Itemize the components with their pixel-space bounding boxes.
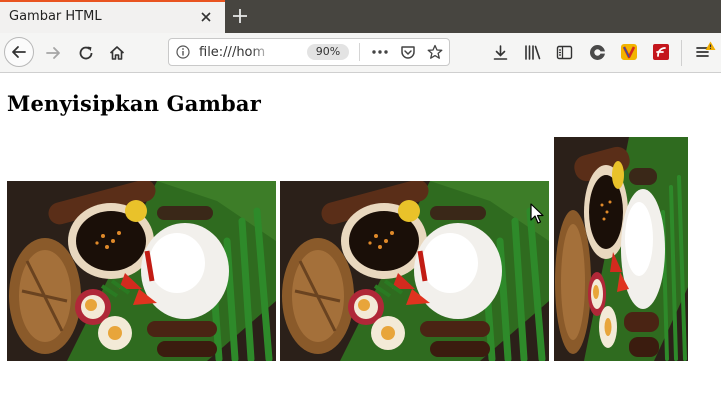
- toolbar-divider: [681, 40, 682, 66]
- library-icon[interactable]: [524, 44, 542, 61]
- extension-icon[interactable]: [589, 44, 606, 61]
- tab-gambar-html[interactable]: Gambar HTML: [0, 0, 225, 33]
- back-icon: [12, 46, 26, 58]
- food-image-3: [554, 137, 688, 361]
- food-image-1: [7, 179, 276, 363]
- page-actions-icon[interactable]: [371, 45, 389, 59]
- flash-icon[interactable]: [652, 43, 670, 61]
- navigation-toolbar: file:///hom 90%: [0, 33, 721, 73]
- forward-button[interactable]: [42, 42, 64, 64]
- back-button[interactable]: [4, 37, 34, 67]
- page-content: Menyisipkan Gambar: [0, 74, 721, 419]
- food-image-2: [280, 179, 549, 363]
- close-tab-icon[interactable]: [199, 10, 213, 24]
- home-icon: [109, 46, 125, 60]
- tab-strip: Gambar HTML: [0, 0, 721, 33]
- pocket-icon[interactable]: [400, 44, 416, 60]
- vivaldi-icon[interactable]: [620, 43, 638, 61]
- download-icon[interactable]: [492, 44, 509, 61]
- mouse-cursor-icon: [530, 203, 544, 224]
- url-fade: [251, 41, 273, 63]
- new-tab-icon[interactable]: [231, 7, 249, 25]
- sidebar-icon[interactable]: [556, 44, 573, 61]
- tab-title: Gambar HTML: [9, 9, 102, 24]
- url-bar[interactable]: file:///hom 90%: [168, 38, 450, 66]
- reload-icon: [79, 46, 93, 60]
- menu-icon[interactable]: [694, 40, 716, 62]
- info-icon[interactable]: [176, 45, 190, 59]
- zoom-indicator[interactable]: 90%: [307, 44, 349, 60]
- forward-icon: [46, 47, 60, 59]
- url-divider: [359, 43, 360, 61]
- reload-button[interactable]: [75, 42, 97, 64]
- page-title: Menyisipkan Gambar: [7, 91, 261, 116]
- home-button[interactable]: [106, 42, 128, 64]
- bookmark-star-icon[interactable]: [427, 44, 443, 60]
